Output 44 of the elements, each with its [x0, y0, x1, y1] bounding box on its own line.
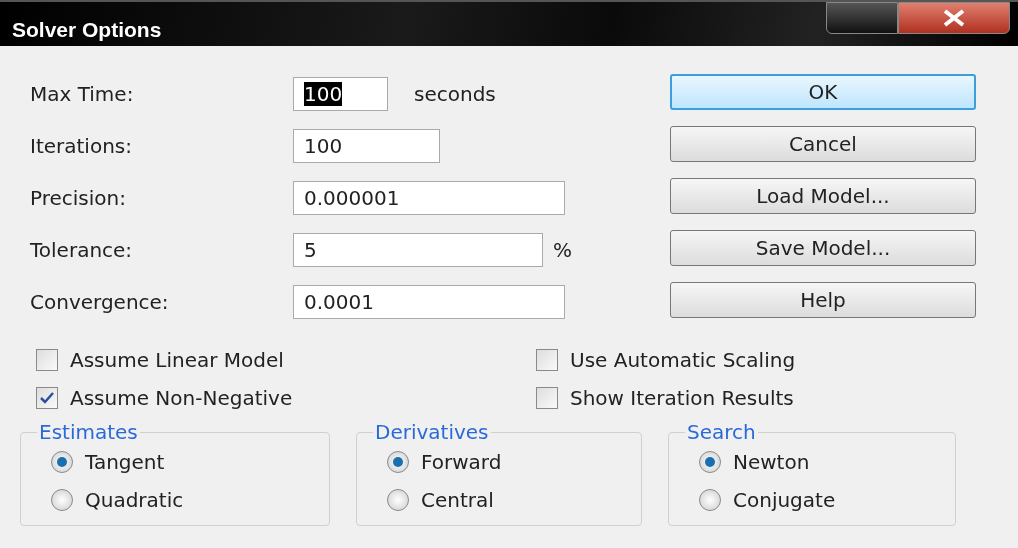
field-label: Precision: [30, 186, 127, 210]
group-title: Estimates [38, 420, 139, 444]
input-field[interactable]: 0.000001 [293, 181, 565, 215]
dialog-button[interactable]: OK [670, 74, 976, 110]
field-label: Iterations: [30, 134, 133, 158]
radio-label[interactable]: Forward [421, 450, 502, 474]
radio-button[interactable] [387, 451, 409, 473]
input-field[interactable]: 100 [293, 77, 388, 111]
radio-label[interactable]: Quadratic [85, 488, 184, 512]
check-icon [39, 391, 55, 405]
minimize-button[interactable] [826, 2, 898, 34]
unit-label: seconds [414, 82, 496, 106]
dialog-button[interactable]: Load Model... [670, 178, 976, 214]
input-field[interactable]: 0.0001 [293, 285, 565, 319]
group-title: Search [686, 420, 757, 444]
checkbox-label[interactable]: Assume Linear Model [70, 348, 284, 372]
radio-button[interactable] [387, 489, 409, 511]
dialog-button[interactable]: Save Model... [670, 230, 976, 266]
checkbox[interactable] [36, 349, 58, 371]
radio-label[interactable]: Central [421, 488, 494, 512]
radio-button[interactable] [699, 489, 721, 511]
window-title: Solver Options [12, 18, 162, 42]
field-label: Convergence: [30, 290, 170, 314]
close-button[interactable] [898, 2, 1010, 34]
checkbox-label[interactable]: Use Automatic Scaling [570, 348, 796, 372]
radio-button[interactable] [699, 451, 721, 473]
radio-label[interactable]: Tangent [85, 450, 165, 474]
field-label: Tolerance: [30, 238, 134, 262]
unit-label: % [553, 238, 572, 262]
dialog-button[interactable]: Help [670, 282, 976, 318]
radio-label[interactable]: Conjugate [733, 488, 836, 512]
checkbox-label[interactable]: Assume Non-Negative [70, 386, 293, 410]
checkbox[interactable] [536, 387, 558, 409]
radio-button[interactable] [51, 489, 73, 511]
checkbox[interactable] [536, 349, 558, 371]
input-field[interactable]: 5 [293, 233, 543, 267]
radio-label[interactable]: Newton [733, 450, 810, 474]
dialog-button[interactable]: Cancel [670, 126, 976, 162]
checkbox[interactable] [36, 387, 58, 409]
checkbox-label[interactable]: Show Iteration Results [570, 386, 794, 410]
input-field[interactable]: 100 [293, 129, 440, 163]
radio-button[interactable] [51, 451, 73, 473]
group-title: Derivatives [374, 420, 490, 444]
field-label: Max Time: [30, 82, 135, 106]
